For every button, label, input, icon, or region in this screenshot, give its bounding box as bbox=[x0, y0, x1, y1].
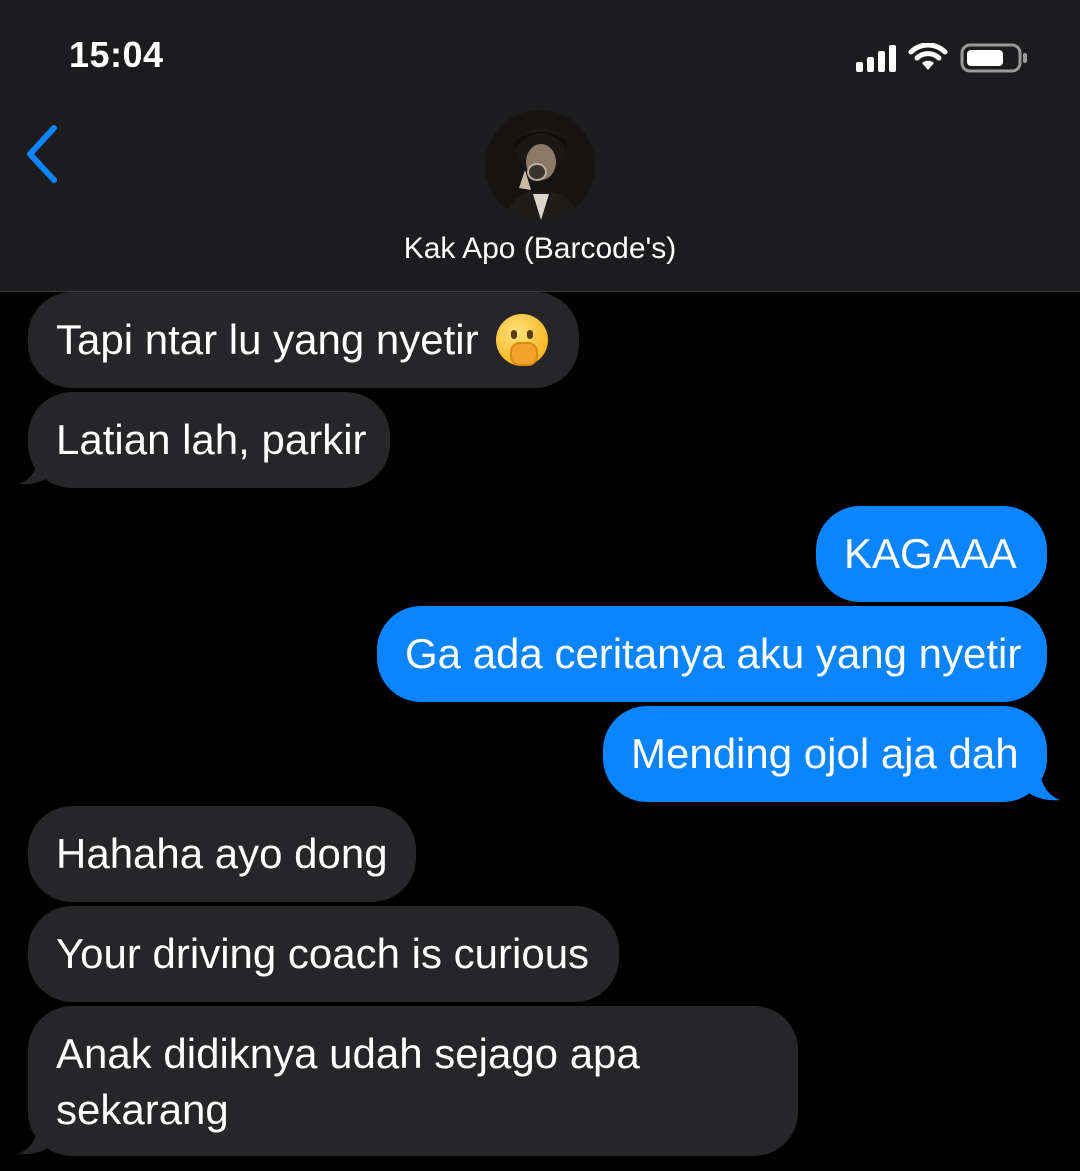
message-bubble-incoming[interactable]: Hahaha ayo dong bbox=[28, 806, 416, 902]
message-text: Tapi ntar lu yang nyetir bbox=[56, 316, 479, 363]
bubble-tail bbox=[1024, 760, 1060, 801]
face-with-hand-over-mouth-emoji bbox=[496, 313, 549, 366]
bubble-tail bbox=[18, 446, 54, 485]
message-bubble-incoming[interactable]: Your driving coach is curious bbox=[28, 906, 619, 1002]
message-text: Hahaha ayo dong bbox=[56, 830, 388, 877]
message-text: Your driving coach is curious bbox=[56, 930, 590, 977]
status-icons bbox=[856, 40, 1030, 76]
message-text: Ga ada ceritanya aku yang nyetir bbox=[405, 630, 1022, 677]
conversation-header: 15:04 Kak Apo (Barcode's) bbox=[0, 0, 1080, 292]
message-bubble-incoming[interactable]: Latian lah, parkir bbox=[28, 392, 390, 488]
message-text: Anak didiknya udah sejago apa sekarang bbox=[56, 1030, 640, 1133]
message-text: Mending ojol aja dah bbox=[631, 730, 1019, 777]
wifi-icon bbox=[908, 43, 948, 73]
contact-name[interactable]: Kak Apo (Barcode's) bbox=[0, 232, 1080, 266]
battery-icon bbox=[960, 42, 1030, 74]
message-text: KAGAAA bbox=[844, 530, 1017, 577]
message-bubble-outgoing[interactable]: KAGAAA bbox=[816, 506, 1047, 602]
message-text: Latian lah, parkir bbox=[56, 416, 367, 463]
message-bubble-incoming[interactable]: Anak didiknya udah sejago apa sekarang bbox=[28, 1006, 798, 1156]
message-bubble-incoming[interactable]: Tapi ntar lu yang nyetir bbox=[28, 292, 579, 388]
bubble-tail bbox=[18, 1114, 54, 1155]
contact-avatar[interactable] bbox=[485, 110, 595, 220]
status-time: 15:04 bbox=[69, 34, 164, 75]
back-button[interactable] bbox=[20, 122, 64, 186]
chevron-left-icon bbox=[27, 125, 57, 183]
message-bubble-outgoing[interactable]: Ga ada ceritanya aku yang nyetir bbox=[377, 606, 1047, 702]
avatar-photo bbox=[485, 110, 595, 220]
message-bubble-outgoing[interactable]: Mending ojol aja dah bbox=[603, 706, 1047, 802]
cellular-signal-icon bbox=[856, 44, 896, 72]
